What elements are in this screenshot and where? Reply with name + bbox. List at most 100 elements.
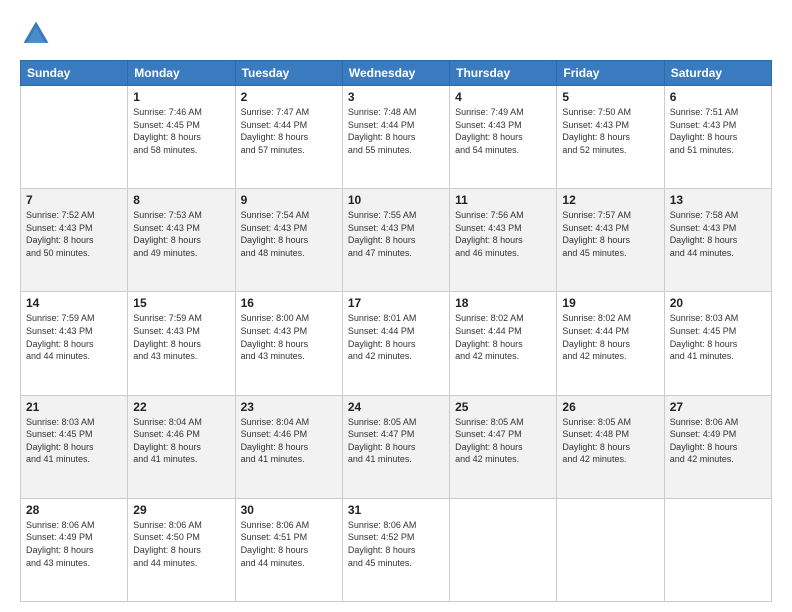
day-cell: 27Sunrise: 8:06 AM Sunset: 4:49 PM Dayli… [664, 395, 771, 498]
day-cell: 28Sunrise: 8:06 AM Sunset: 4:49 PM Dayli… [21, 498, 128, 601]
day-info: Sunrise: 8:02 AM Sunset: 4:44 PM Dayligh… [455, 312, 551, 362]
day-number: 27 [670, 400, 766, 414]
day-cell [664, 498, 771, 601]
week-row-3: 21 Sunrise: 8:03 AM Sunset: 4:45 PM Dayli… [21, 395, 772, 498]
day-cell: 30 Sunrise: 8:06 AM Sunset: 4:51 PM Dayli… [235, 498, 342, 601]
day-cell: 25 Sunrise: 8:05 AM Sunset: 4:47 PM Dayli… [450, 395, 557, 498]
day-cell: 31 Sunrise: 8:06 AM Sunset: 4:52 PM Dayli… [342, 498, 449, 601]
day-cell: 6 Sunrise: 7:51 AM Sunset: 4:43 PM Daylig… [664, 86, 771, 189]
day-number: 22 [133, 400, 229, 414]
day-cell [450, 498, 557, 601]
logo [20, 18, 56, 50]
day-number: 1 [133, 90, 229, 104]
day-number: 25 [455, 400, 551, 414]
day-info: Sunrise: 8:05 AM Sunset: 4:47 PM Dayligh… [455, 416, 551, 466]
day-number: 19 [562, 296, 658, 310]
day-cell: 3Sunrise: 7:48 AM Sunset: 4:44 PM Daylig… [342, 86, 449, 189]
header-cell-sunday: Sunday [21, 61, 128, 86]
day-cell: 26Sunrise: 8:05 AM Sunset: 4:48 PM Dayli… [557, 395, 664, 498]
day-number: 30 [241, 503, 337, 517]
week-row-2: 14 Sunrise: 7:59 AM Sunset: 4:43 PM Dayli… [21, 292, 772, 395]
day-number: 2 [241, 90, 337, 104]
week-row-1: 7 Sunrise: 7:52 AM Sunset: 4:43 PM Daylig… [21, 189, 772, 292]
week-row-4: 28Sunrise: 8:06 AM Sunset: 4:49 PM Dayli… [21, 498, 772, 601]
day-number: 13 [670, 193, 766, 207]
day-cell: 23 Sunrise: 8:04 AM Sunset: 4:46 PM Dayli… [235, 395, 342, 498]
day-info: Sunrise: 7:53 AM Sunset: 4:43 PM Dayligh… [133, 209, 229, 259]
day-info: Sunrise: 8:03 AM Sunset: 4:45 PM Dayligh… [670, 312, 766, 362]
day-cell: 24Sunrise: 8:05 AM Sunset: 4:47 PM Dayli… [342, 395, 449, 498]
day-info: Sunrise: 8:06 AM Sunset: 4:52 PM Dayligh… [348, 519, 444, 569]
day-cell: 19Sunrise: 8:02 AM Sunset: 4:44 PM Dayli… [557, 292, 664, 395]
day-cell: 14 Sunrise: 7:59 AM Sunset: 4:43 PM Dayli… [21, 292, 128, 395]
calendar-body: 1 Sunrise: 7:46 AM Sunset: 4:45 PM Daylig… [21, 86, 772, 602]
day-cell: 1 Sunrise: 7:46 AM Sunset: 4:45 PM Daylig… [128, 86, 235, 189]
day-cell: 29 Sunrise: 8:06 AM Sunset: 4:50 PM Dayli… [128, 498, 235, 601]
day-info: Sunrise: 7:46 AM Sunset: 4:45 PM Dayligh… [133, 106, 229, 156]
day-cell: 17 Sunrise: 8:01 AM Sunset: 4:44 PM Dayli… [342, 292, 449, 395]
day-info: Sunrise: 7:52 AM Sunset: 4:43 PM Dayligh… [26, 209, 122, 259]
day-cell: 20 Sunrise: 8:03 AM Sunset: 4:45 PM Dayli… [664, 292, 771, 395]
day-info: Sunrise: 7:57 AM Sunset: 4:43 PM Dayligh… [562, 209, 658, 259]
day-info: Sunrise: 8:01 AM Sunset: 4:44 PM Dayligh… [348, 312, 444, 362]
logo-icon [20, 18, 52, 50]
day-number: 23 [241, 400, 337, 414]
day-info: Sunrise: 7:51 AM Sunset: 4:43 PM Dayligh… [670, 106, 766, 156]
day-info: Sunrise: 8:04 AM Sunset: 4:46 PM Dayligh… [133, 416, 229, 466]
header-cell-thursday: Thursday [450, 61, 557, 86]
day-number: 5 [562, 90, 658, 104]
day-number: 16 [241, 296, 337, 310]
day-info: Sunrise: 7:59 AM Sunset: 4:43 PM Dayligh… [133, 312, 229, 362]
week-row-0: 1 Sunrise: 7:46 AM Sunset: 4:45 PM Daylig… [21, 86, 772, 189]
day-cell: 12 Sunrise: 7:57 AM Sunset: 4:43 PM Dayli… [557, 189, 664, 292]
day-info: Sunrise: 8:06 AM Sunset: 4:51 PM Dayligh… [241, 519, 337, 569]
header-cell-friday: Friday [557, 61, 664, 86]
day-number: 9 [241, 193, 337, 207]
day-cell: 5 Sunrise: 7:50 AM Sunset: 4:43 PM Daylig… [557, 86, 664, 189]
day-number: 7 [26, 193, 122, 207]
day-number: 21 [26, 400, 122, 414]
day-cell [21, 86, 128, 189]
day-cell: 13 Sunrise: 7:58 AM Sunset: 4:43 PM Dayli… [664, 189, 771, 292]
day-cell: 7 Sunrise: 7:52 AM Sunset: 4:43 PM Daylig… [21, 189, 128, 292]
day-number: 8 [133, 193, 229, 207]
header-row: SundayMondayTuesdayWednesdayThursdayFrid… [21, 61, 772, 86]
day-cell: 11 Sunrise: 7:56 AM Sunset: 4:43 PM Dayli… [450, 189, 557, 292]
day-cell: 15 Sunrise: 7:59 AM Sunset: 4:43 PM Dayli… [128, 292, 235, 395]
header-cell-tuesday: Tuesday [235, 61, 342, 86]
day-number: 11 [455, 193, 551, 207]
page: SundayMondayTuesdayWednesdayThursdayFrid… [0, 0, 792, 612]
day-info: Sunrise: 8:00 AM Sunset: 4:43 PM Dayligh… [241, 312, 337, 362]
day-info: Sunrise: 7:56 AM Sunset: 4:43 PM Dayligh… [455, 209, 551, 259]
day-number: 18 [455, 296, 551, 310]
day-info: Sunrise: 7:48 AM Sunset: 4:44 PM Dayligh… [348, 106, 444, 156]
day-cell: 16 Sunrise: 8:00 AM Sunset: 4:43 PM Dayli… [235, 292, 342, 395]
day-cell: 8 Sunrise: 7:53 AM Sunset: 4:43 PM Daylig… [128, 189, 235, 292]
day-info: Sunrise: 7:50 AM Sunset: 4:43 PM Dayligh… [562, 106, 658, 156]
calendar-table: SundayMondayTuesdayWednesdayThursdayFrid… [20, 60, 772, 602]
day-number: 12 [562, 193, 658, 207]
day-info: Sunrise: 7:55 AM Sunset: 4:43 PM Dayligh… [348, 209, 444, 259]
day-number: 6 [670, 90, 766, 104]
day-cell: 10Sunrise: 7:55 AM Sunset: 4:43 PM Dayli… [342, 189, 449, 292]
day-number: 24 [348, 400, 444, 414]
day-cell: 9 Sunrise: 7:54 AM Sunset: 4:43 PM Daylig… [235, 189, 342, 292]
day-cell: 18 Sunrise: 8:02 AM Sunset: 4:44 PM Dayli… [450, 292, 557, 395]
day-cell: 22 Sunrise: 8:04 AM Sunset: 4:46 PM Dayli… [128, 395, 235, 498]
day-cell: 2Sunrise: 7:47 AM Sunset: 4:44 PM Daylig… [235, 86, 342, 189]
day-cell [557, 498, 664, 601]
day-info: Sunrise: 7:58 AM Sunset: 4:43 PM Dayligh… [670, 209, 766, 259]
day-info: Sunrise: 8:06 AM Sunset: 4:50 PM Dayligh… [133, 519, 229, 569]
day-info: Sunrise: 8:03 AM Sunset: 4:45 PM Dayligh… [26, 416, 122, 466]
day-info: Sunrise: 8:04 AM Sunset: 4:46 PM Dayligh… [241, 416, 337, 466]
day-number: 17 [348, 296, 444, 310]
day-number: 31 [348, 503, 444, 517]
day-info: Sunrise: 7:59 AM Sunset: 4:43 PM Dayligh… [26, 312, 122, 362]
day-number: 20 [670, 296, 766, 310]
day-info: Sunrise: 7:54 AM Sunset: 4:43 PM Dayligh… [241, 209, 337, 259]
day-number: 14 [26, 296, 122, 310]
day-number: 15 [133, 296, 229, 310]
day-info: Sunrise: 8:05 AM Sunset: 4:48 PM Dayligh… [562, 416, 658, 466]
day-number: 29 [133, 503, 229, 517]
calendar-header: SundayMondayTuesdayWednesdayThursdayFrid… [21, 61, 772, 86]
